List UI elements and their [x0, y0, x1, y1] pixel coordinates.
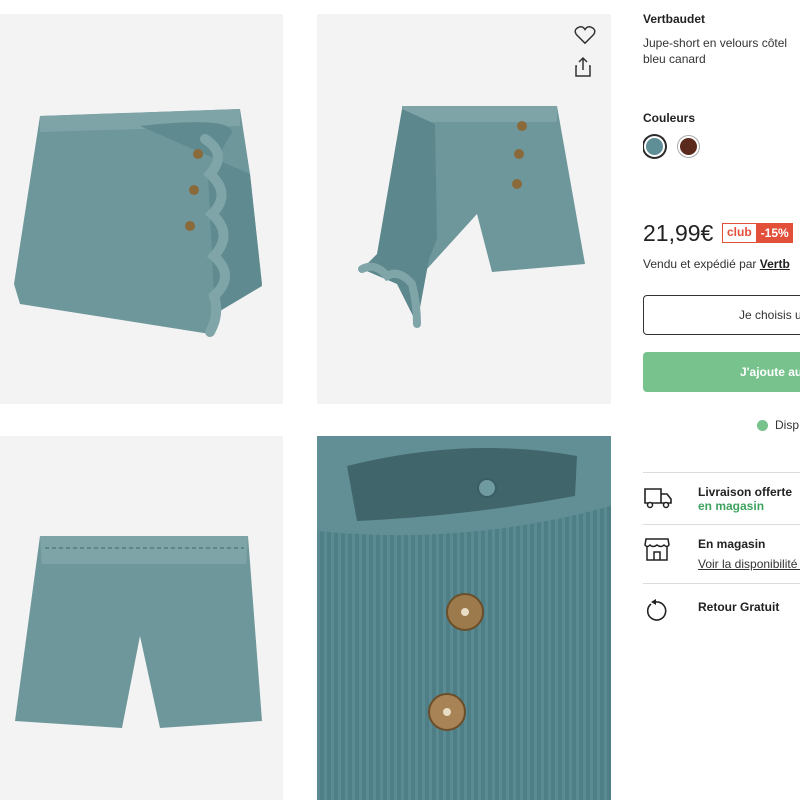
seller-info: Vendu et expédié par Vertb — [643, 257, 790, 271]
discount-value: -15% — [756, 223, 793, 243]
store-availability-link[interactable]: Voir la disponibilité d — [698, 557, 800, 571]
choose-size-button[interactable]: Je choisis u — [643, 295, 800, 335]
seller-prefix: Vendu et expédié par — [643, 257, 757, 271]
service-store-title: En magasin — [698, 537, 766, 551]
service-delivery-title: Livraison offerte — [698, 485, 793, 499]
product-title-line1: Jupe-short en velours côtel — [643, 36, 788, 50]
club-label: club — [722, 223, 757, 243]
product-image-closeup[interactable] — [317, 436, 611, 800]
colors-label: Couleurs — [643, 111, 696, 125]
service-delivery-subtitle: en magasin — [698, 499, 765, 513]
return-arrow-icon — [643, 598, 673, 624]
divider — [643, 472, 800, 473]
skort-open-illustration — [358, 106, 585, 328]
add-to-cart-label: J'ajoute au — [740, 365, 800, 379]
skort-front-illustration — [14, 109, 262, 337]
store-icon — [643, 536, 673, 562]
delivery-truck-icon — [643, 485, 673, 511]
product-image-front[interactable] — [0, 14, 283, 404]
color-swatch-brown[interactable] — [678, 136, 699, 157]
divider — [643, 524, 800, 525]
product-info-panel: Vertbaudet Jupe-short en velours côtel b… — [643, 0, 800, 800]
color-swatch-blue-teal[interactable] — [644, 136, 665, 157]
product-image-open[interactable] — [317, 14, 611, 404]
add-to-cart-button[interactable]: J'ajoute au — [643, 352, 800, 392]
divider — [643, 583, 800, 584]
seller-link[interactable]: Vertb — [760, 257, 790, 271]
club-discount-badge: club -15% — [722, 223, 793, 243]
choose-size-label: Je choisis u — [739, 308, 800, 322]
availability-text: Disp — [775, 418, 800, 432]
favorite-heart-icon[interactable] — [574, 25, 600, 51]
product-title-line2: bleu canard — [643, 52, 706, 66]
price: 21,99€ — [643, 220, 714, 246]
service-return-title: Retour Gratuit — [698, 600, 780, 614]
skort-back-illustration — [15, 536, 262, 728]
brand-name[interactable]: Vertbaudet — [643, 12, 705, 26]
product-image-back[interactable] — [0, 436, 283, 800]
share-icon[interactable] — [574, 56, 600, 82]
product-title: Jupe-short en velours côtel bleu canard — [643, 35, 787, 67]
skort-closeup-illustration — [317, 436, 611, 800]
availability-dot-icon — [757, 420, 768, 431]
